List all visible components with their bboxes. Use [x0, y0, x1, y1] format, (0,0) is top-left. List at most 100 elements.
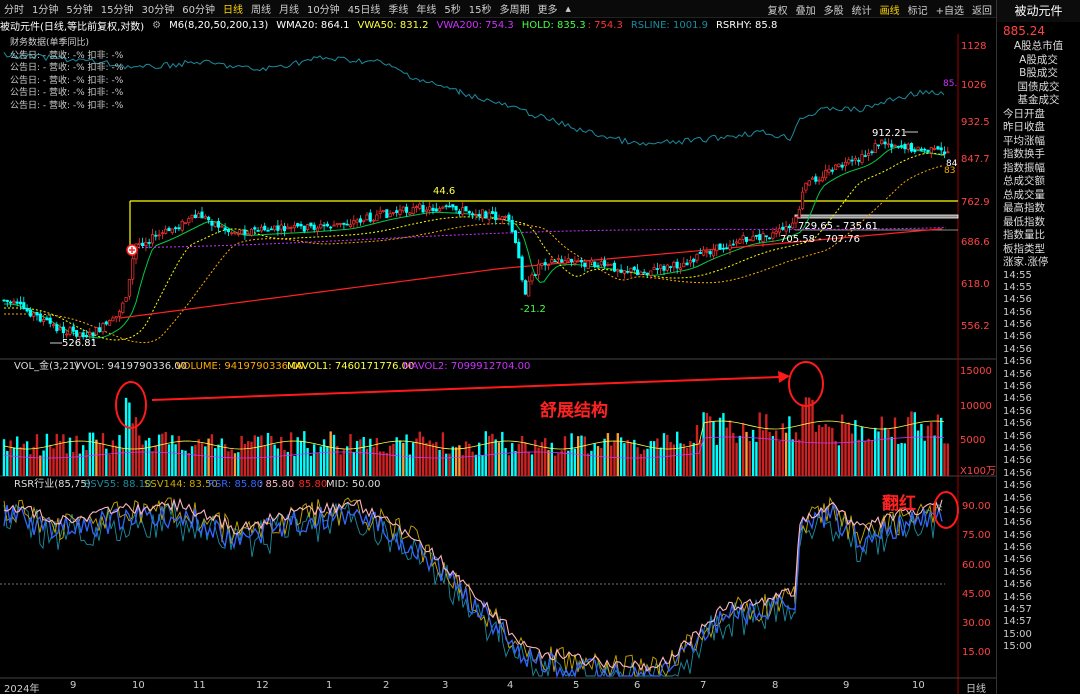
- panel-item[interactable]: B股成交: [997, 67, 1080, 81]
- candle-body: [408, 212, 412, 215]
- volume-bar: [481, 454, 484, 476]
- tool-button[interactable]: 统计: [848, 2, 876, 17]
- panel-item[interactable]: 总成交额: [997, 175, 1080, 189]
- candle-body: [286, 226, 290, 230]
- hold-value: HOLD: 835.3: [521, 20, 586, 31]
- candle-body: [210, 221, 214, 226]
- candle-body: [685, 262, 689, 266]
- timeframe-tab[interactable]: 15分钟: [97, 1, 138, 16]
- panel-item[interactable]: 指数振幅: [997, 162, 1080, 176]
- panel-item[interactable]: 最低指数: [997, 216, 1080, 230]
- vwa200-value: VWA200: 754.3: [436, 20, 514, 31]
- panel-time: 14:56: [1003, 529, 1032, 541]
- candle-body: [916, 146, 920, 151]
- panel-item[interactable]: 指数量比: [997, 229, 1080, 243]
- tool-button[interactable]: 标记: [904, 2, 932, 17]
- volume-unit: X100万: [960, 466, 996, 477]
- gear-icon[interactable]: ⚙: [152, 20, 161, 31]
- timeframe-tab[interactable]: 多周期: [496, 1, 534, 16]
- timeframe-tab[interactable]: 周线: [247, 1, 275, 16]
- timeframe-tab[interactable]: 年线: [412, 1, 440, 16]
- candle-body: [391, 212, 395, 214]
- tool-button[interactable]: 叠加: [792, 2, 820, 17]
- tool-button[interactable]: 复权: [764, 2, 792, 17]
- panel-item[interactable]: 最高指数: [997, 202, 1080, 216]
- panel-item[interactable]: 平均涨幅: [997, 135, 1080, 149]
- candle-body: [639, 271, 643, 275]
- volume-bar: [309, 455, 313, 476]
- timeframe-tab[interactable]: 30分钟: [137, 1, 178, 16]
- timeframe-tab[interactable]: 45日线: [344, 1, 385, 16]
- candle-body: [748, 239, 752, 241]
- volume-bar: [629, 442, 633, 476]
- panel-item[interactable]: 国债成交: [997, 81, 1080, 95]
- timeframe-tab[interactable]: 月线: [275, 1, 303, 16]
- panel-item[interactable]: 板指类型: [997, 243, 1080, 257]
- timeframe-tab[interactable]: 5分钟: [62, 1, 96, 16]
- panel-time: 14:56: [1003, 504, 1032, 516]
- volume-bar: [72, 451, 75, 476]
- volume-bar: [42, 450, 45, 476]
- volume-bar: [709, 416, 712, 476]
- candle-body: [253, 227, 257, 230]
- volume-bar: [824, 424, 827, 476]
- range-box[interactable]: [794, 214, 959, 219]
- timeframe-tab[interactable]: 60分钟: [178, 1, 219, 16]
- volume-bar: [606, 433, 610, 476]
- ma-label: M6(8,20,50,200,13): [169, 20, 269, 31]
- chart-canvas[interactable]: 526.81 44.6 -21.2 912.21 729.65 - 735.61…: [0, 0, 996, 694]
- tool-button[interactable]: 画线: [876, 2, 904, 17]
- tool-button[interactable]: +自选: [932, 2, 968, 17]
- volume-bar: [742, 422, 745, 476]
- financial-title: 财务数据(单季同比): [10, 38, 90, 48]
- volume-bar: [464, 441, 468, 476]
- candle-body: [61, 326, 65, 334]
- panel-item[interactable]: 昨日收盘: [997, 121, 1080, 135]
- panel-item[interactable]: 基金成交: [997, 94, 1080, 108]
- range1-label: 729.65 - 735.61: [798, 221, 878, 232]
- financial-row: 公告日: - 营收: -% 扣非: -%: [10, 63, 124, 73]
- candle-body: [434, 208, 438, 212]
- tool-button[interactable]: 多股: [820, 2, 848, 17]
- timeframe-tab[interactable]: 5秒: [440, 1, 464, 16]
- volume-bar: [854, 420, 857, 476]
- volume-bar: [619, 437, 623, 476]
- candle-body: [259, 226, 263, 232]
- volume-bar: [613, 440, 616, 476]
- panel-item[interactable]: 涨家.涨停: [997, 256, 1080, 270]
- volume-bar: [867, 438, 870, 476]
- panel-item[interactable]: 指数换手: [997, 148, 1080, 162]
- volume-bar: [676, 431, 679, 476]
- chart-title: 被动元件(日线,等比前复权,对数): [0, 22, 145, 33]
- volume-bar: [197, 439, 200, 476]
- tool-button[interactable]: 返回: [968, 2, 996, 17]
- candle-body: [365, 214, 369, 220]
- candle-body: [810, 177, 815, 180]
- panel-item[interactable]: A股成交: [997, 54, 1080, 68]
- timeframe-tab[interactable]: 分时: [0, 1, 28, 16]
- volume-bar: [247, 441, 250, 476]
- panel-item[interactable]: A股总市值: [997, 40, 1080, 54]
- timeframe-tab[interactable]: 更多: [534, 1, 562, 16]
- x-axis-label: 3: [442, 680, 449, 691]
- chevron-up-icon[interactable]: ▲: [562, 5, 575, 13]
- volume-bar: [412, 442, 415, 476]
- volume-bar: [827, 426, 831, 476]
- panel-item[interactable]: 总成交量: [997, 189, 1080, 203]
- candle-body: [183, 222, 188, 225]
- timeframe-tab[interactable]: 10分钟: [303, 1, 344, 16]
- timeframe-tab[interactable]: 日线: [219, 1, 247, 16]
- candle-body: [847, 159, 851, 164]
- timeframe-tab[interactable]: 季线: [384, 1, 412, 16]
- panel-item[interactable]: 今日开盘: [997, 108, 1080, 122]
- timeframe-tab[interactable]: 1分钟: [28, 1, 62, 16]
- timeframe-tab[interactable]: 15秒: [465, 1, 496, 16]
- rsr-title: RSR行业(85,75): [14, 477, 91, 490]
- candle-body: [230, 232, 234, 235]
- candle-body: [35, 311, 39, 316]
- candle-body: [395, 210, 399, 213]
- candle-body: [669, 266, 673, 268]
- volume-bar: [903, 443, 907, 476]
- rsline-value: RSLINE: 1001.9: [630, 20, 708, 31]
- volume-bar: [778, 440, 781, 476]
